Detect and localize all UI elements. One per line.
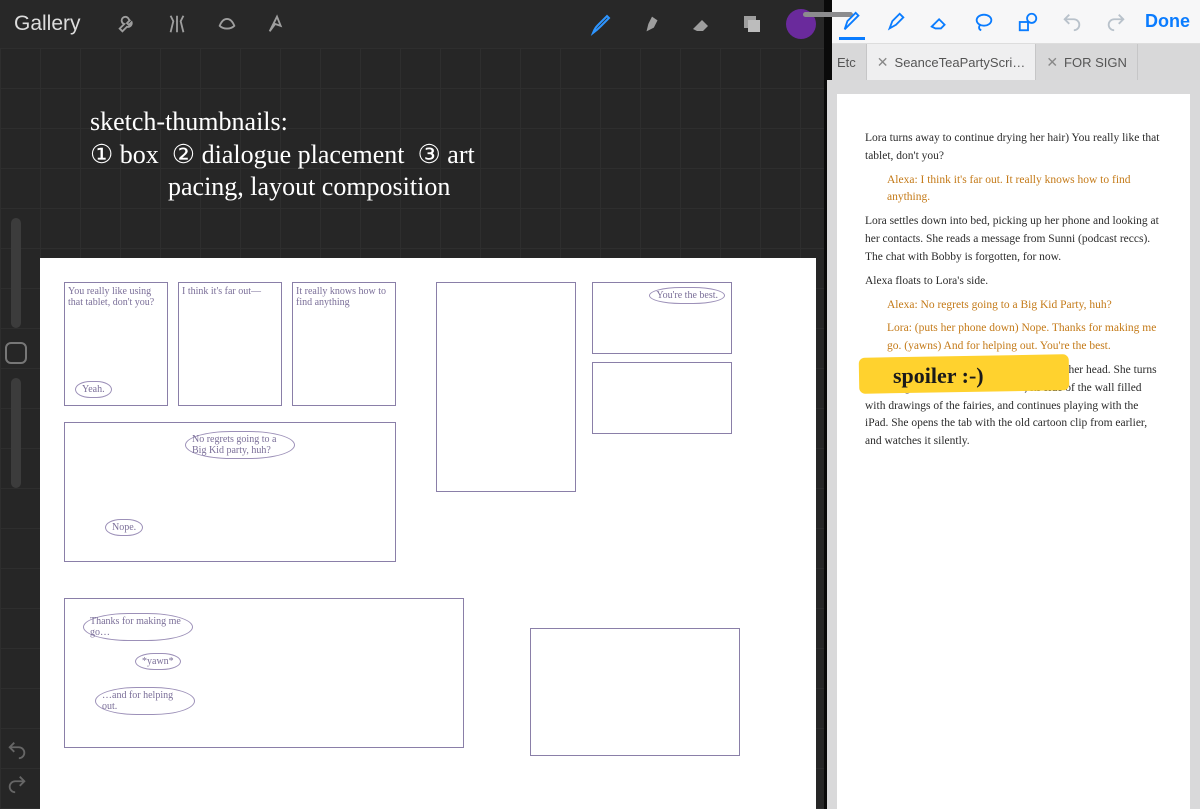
- pen-tool-icon[interactable]: [837, 7, 867, 37]
- document-tabs: Etc ✕SeanceTeaPartyScri… ✕FOR SIGN: [827, 44, 1200, 80]
- procreate-canvas-area[interactable]: sketch-thumbnails: ① box ② dialogue plac…: [0, 48, 826, 809]
- thumbnail-panel: [436, 282, 576, 492]
- done-button[interactable]: Done: [1145, 11, 1190, 32]
- procreate-toolbar: Gallery: [0, 0, 826, 48]
- script-page: Lora turns away to continue drying her h…: [837, 94, 1190, 809]
- selection-icon[interactable]: [205, 2, 249, 46]
- procreate-app: Gallery sketch-thumbnails: ① box ② dialo…: [0, 0, 826, 809]
- thumbnail-panel: [530, 628, 740, 756]
- close-icon[interactable]: ✕: [1046, 54, 1058, 71]
- eraser-icon[interactable]: [680, 2, 724, 46]
- smudge-icon[interactable]: [630, 2, 674, 46]
- script-line: Lora: (puts her phone down) Nope. Thanks…: [865, 320, 1162, 356]
- move-icon[interactable]: [255, 2, 299, 46]
- redo-button[interactable]: [2, 769, 32, 799]
- wrench-icon[interactable]: [105, 2, 149, 46]
- markup-toolbar: Done: [827, 0, 1200, 44]
- handwritten-heading: sketch-thumbnails: ① box ② dialogue plac…: [90, 106, 475, 204]
- highlighter-tool-icon[interactable]: [881, 7, 911, 37]
- canvas-page[interactable]: You really like using that tablet, don't…: [40, 258, 816, 809]
- tab-seance[interactable]: ✕SeanceTeaPartyScri…: [867, 44, 1037, 80]
- dialogue-text: You really like using that tablet, don't…: [68, 286, 164, 308]
- dialogue-text: Thanks for making me go…: [83, 613, 193, 641]
- dialogue-text: It really knows how to find anything: [296, 286, 392, 308]
- dialogue-text: I think it's far out—: [182, 286, 278, 297]
- script-line: Alexa: No regrets going to a Big Kid Par…: [865, 297, 1162, 315]
- script-line: Lora turns away to continue drying her h…: [865, 130, 1162, 166]
- notes-app: Done Etc ✕SeanceTeaPartyScri… ✕FOR SIGN …: [826, 0, 1200, 809]
- undo-button[interactable]: [2, 735, 32, 765]
- document-viewport[interactable]: Lora turns away to continue drying her h…: [827, 80, 1200, 809]
- redo-icon[interactable]: [1101, 7, 1131, 37]
- dialogue-text: You're the best.: [649, 287, 725, 304]
- tab-etc[interactable]: Etc: [827, 44, 867, 80]
- thumbnail-panel: I think it's far out—: [178, 282, 282, 406]
- brush-icon[interactable]: [580, 2, 624, 46]
- layers-icon[interactable]: [730, 2, 774, 46]
- script-line: Lora settles down into bed, picking up h…: [865, 213, 1162, 266]
- eraser-tool-icon[interactable]: [925, 7, 955, 37]
- shapes-tool-icon[interactable]: [1013, 7, 1043, 37]
- thumbnail-panel: You're the best.: [592, 282, 732, 354]
- dialogue-reply: Yeah.: [75, 381, 112, 398]
- dialogue-text: …and for helping out.: [95, 687, 195, 715]
- brush-size-slider[interactable]: [11, 218, 21, 328]
- close-icon[interactable]: ✕: [877, 54, 889, 71]
- adjust-icon[interactable]: [155, 2, 199, 46]
- script-line: Alexa floats to Lora's side.: [865, 273, 1162, 291]
- lasso-tool-icon[interactable]: [969, 7, 999, 37]
- dialogue-reply: Nope.: [105, 519, 143, 536]
- dialogue-text: No regrets going to a Big Kid party, huh…: [185, 431, 295, 459]
- thumbnail-panel: [592, 362, 732, 434]
- modify-button[interactable]: [5, 342, 27, 364]
- side-sliders: [0, 48, 32, 809]
- thumbnail-panel: Thanks for making me go… *yawn* …and for…: [64, 598, 464, 748]
- script-line: Alexa: I think it's far out. It really k…: [865, 172, 1162, 208]
- thumbnail-panel: You really like using that tablet, don't…: [64, 282, 168, 406]
- gallery-button[interactable]: Gallery: [14, 12, 81, 36]
- opacity-slider[interactable]: [11, 378, 21, 488]
- spoiler-annotation: spoiler :-): [893, 359, 984, 393]
- dialogue-text: *yawn*: [135, 653, 181, 670]
- undo-icon[interactable]: [1057, 7, 1087, 37]
- thumbnail-panel: No regrets going to a Big Kid party, huh…: [64, 422, 396, 562]
- tab-forsign[interactable]: ✕FOR SIGN: [1036, 44, 1138, 80]
- thumbnail-panel: It really knows how to find anything: [292, 282, 396, 406]
